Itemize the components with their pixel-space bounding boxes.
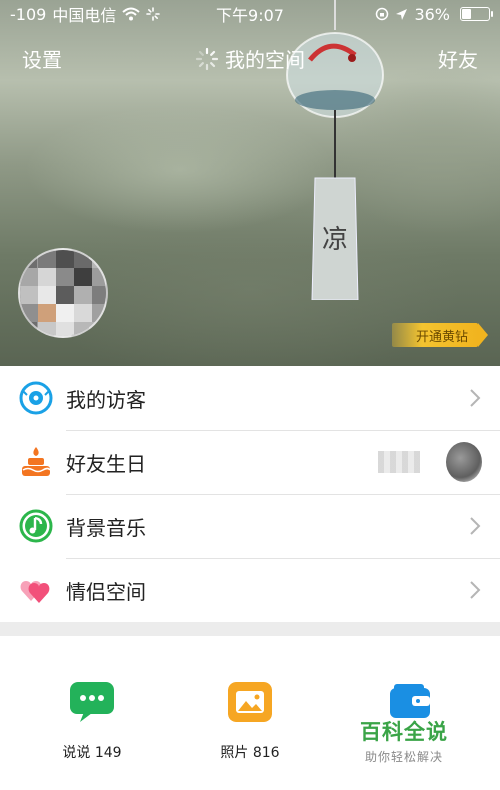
page-title: 我的空间 — [0, 44, 500, 73]
carrier-name: 中国电信 — [52, 6, 117, 25]
birthday-friend-thumbnails — [378, 442, 482, 482]
list-item-label: 背景音乐 — [66, 515, 146, 540]
list-item-label: 情侣空间 — [66, 579, 146, 604]
signal-strength: -109 — [10, 4, 47, 24]
grid-item-label: 说说 149 — [62, 745, 122, 761]
chevron-right-icon — [470, 389, 481, 407]
battery-icon — [460, 7, 493, 21]
list-item-label: 我的访客 — [66, 387, 146, 412]
chevron-right-icon — [470, 581, 481, 599]
location-arrow-icon — [396, 8, 408, 20]
activity-spinner-icon — [146, 7, 161, 21]
hearts-icon — [18, 572, 54, 608]
battery-level — [462, 9, 471, 19]
list-item-visitors[interactable]: 我的访客 — [0, 366, 500, 430]
friends-button[interactable]: 好友 — [438, 44, 478, 73]
list-item-music[interactable]: 背景音乐 — [0, 494, 500, 558]
page-title-text: 我的空间 — [225, 48, 305, 72]
chevron-right-icon — [470, 517, 481, 535]
loading-spinner-icon — [195, 47, 219, 70]
grid-item-photos[interactable]: 照片 816 — [170, 682, 330, 762]
list-item-label: 好友生日 — [66, 451, 146, 476]
section-divider — [0, 622, 500, 636]
watermark-subtitle: 助你轻松解决 — [364, 750, 443, 764]
cake-icon — [18, 444, 54, 480]
chime-character: 凉 — [322, 225, 348, 255]
watermark-title: 百科全说 — [360, 720, 448, 744]
list-item-birthdays[interactable]: 好友生日 — [0, 430, 500, 494]
chat-bubble-icon — [70, 682, 114, 722]
grid-item-shuoshuo[interactable]: 说说 149 — [12, 682, 172, 762]
status-bar: -109 中国电信 下午9:07 36% — [0, 0, 500, 28]
vip-upgrade-label: 开通黄钻 — [415, 329, 468, 345]
friend-name-blurred — [378, 451, 420, 473]
avatar[interactable] — [18, 248, 108, 338]
nav-bar: 设置 我的空间 好友 — [0, 36, 500, 80]
music-note-icon — [18, 508, 54, 544]
watermark-logo: 百科全说 助你轻松解决 — [360, 716, 448, 765]
wifi-icon — [122, 7, 140, 21]
profile-header: 凉 -109 中国电信 下午9:07 36% 设置 我的空间 好友 开通黄钻 — [0, 0, 500, 366]
rotation-lock-icon — [376, 7, 389, 21]
grid-item-label: 照片 816 — [220, 745, 280, 761]
feature-grid: 说说 149 照片 816 — [0, 636, 500, 790]
battery-percent: 36% — [414, 4, 450, 24]
friend-avatar — [446, 442, 482, 482]
vip-upgrade-badge[interactable]: 开通黄钻 — [391, 323, 489, 347]
eye-icon — [18, 380, 54, 416]
photo-icon — [228, 682, 272, 722]
menu-list: 我的访客 好友生日 背景音乐 情侣空间 — [0, 366, 500, 622]
list-item-couple-space[interactable]: 情侣空间 — [0, 558, 500, 622]
